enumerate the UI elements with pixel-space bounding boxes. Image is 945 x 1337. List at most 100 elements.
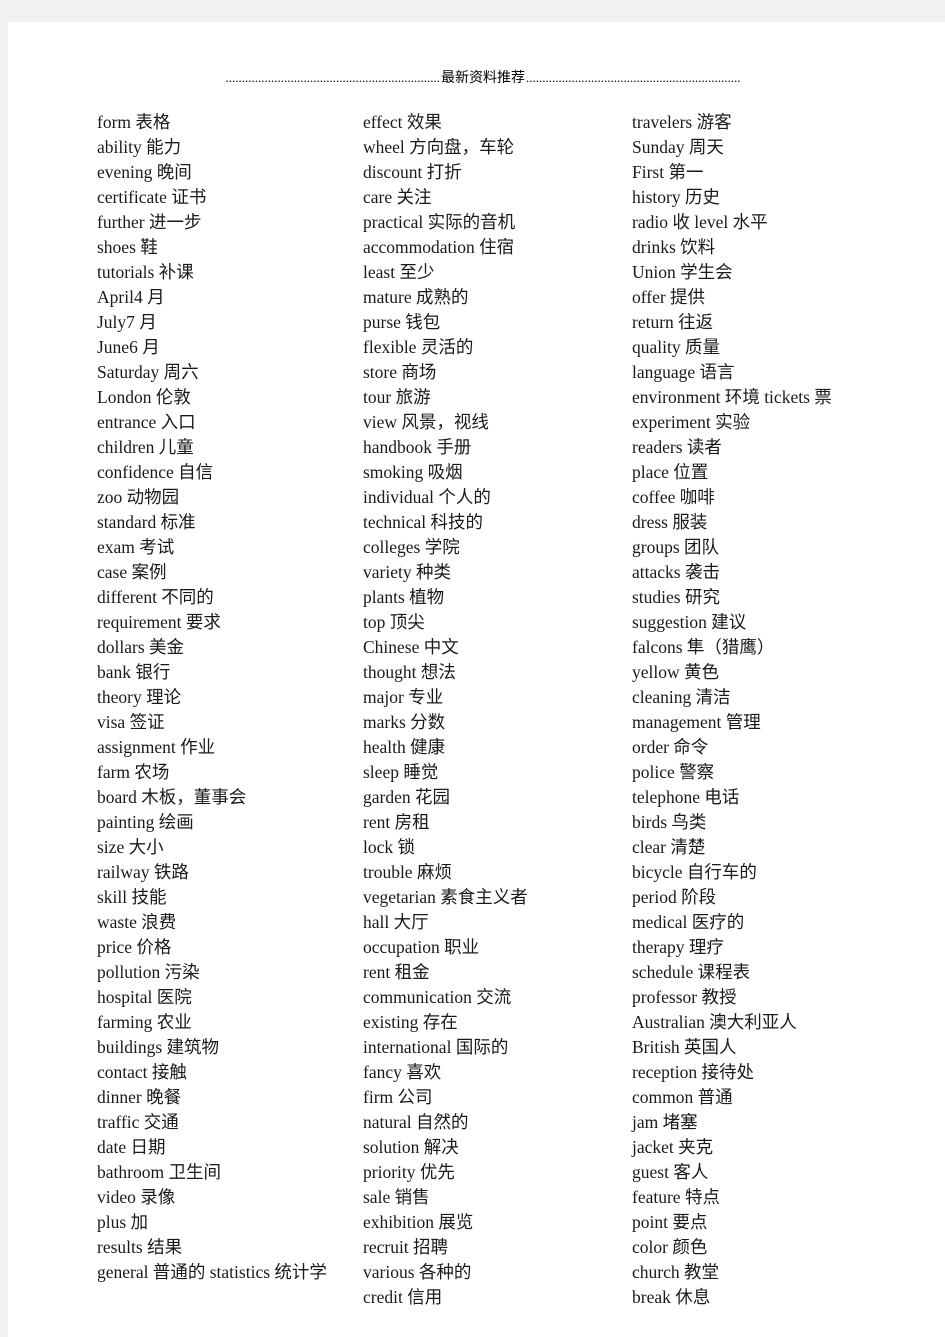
vocabulary-entry: jam 堵塞 bbox=[632, 1112, 698, 1132]
vocabulary-entry: children 儿童 bbox=[97, 437, 194, 457]
vocabulary-entry: fancy 喜欢 bbox=[363, 1062, 442, 1082]
vocabulary-entry: hall 大厅 bbox=[363, 912, 429, 932]
vocabulary-entry: general 普通的 statistics 统计学 bbox=[97, 1262, 327, 1282]
vocabulary-entry: professor 教授 bbox=[632, 987, 737, 1007]
vocabulary-entry: communication 交流 bbox=[363, 987, 512, 1007]
vocabulary-entry: falcons 隼（猎鹰） bbox=[632, 637, 775, 657]
vocabulary-entry: farming 农业 bbox=[97, 1012, 192, 1032]
vocabulary-entry: environment 环境 tickets 票 bbox=[632, 387, 832, 407]
vocabulary-entry: coffee 咖啡 bbox=[632, 487, 715, 507]
vocabulary-entry: lock 锁 bbox=[363, 837, 416, 857]
vocabulary-entry: travelers 游客 bbox=[632, 112, 732, 132]
vocabulary-entry: tour 旅游 bbox=[363, 387, 431, 407]
vocabulary-entry: colleges 学院 bbox=[363, 537, 460, 557]
vocabulary-entry: quality 质量 bbox=[632, 337, 720, 357]
vocabulary-entry: sleep 睡觉 bbox=[363, 762, 439, 782]
vocabulary-entry: purse 钱包 bbox=[363, 312, 441, 332]
vocabulary-entry: major 专业 bbox=[363, 687, 444, 707]
vocabulary-entry: certificate 证书 bbox=[97, 187, 207, 207]
vocabulary-entry: discount 打折 bbox=[363, 162, 462, 182]
vocabulary-entry: birds 鸟类 bbox=[632, 812, 707, 832]
vocabulary-entry: different 不同的 bbox=[97, 587, 214, 607]
vocabulary-entry: technical 科技的 bbox=[363, 512, 484, 532]
vocabulary-entry: evening 晚间 bbox=[97, 162, 192, 182]
vocabulary-entry: police 警察 bbox=[632, 762, 715, 782]
vocabulary-entry: thought 想法 bbox=[363, 662, 456, 682]
vocabulary-entry: traffic 交通 bbox=[97, 1112, 179, 1132]
page-header: ........................................… bbox=[103, 66, 863, 90]
vocabulary-entry: tutorials 补课 bbox=[97, 262, 194, 282]
vocabulary-entry: credit 信用 bbox=[363, 1287, 443, 1307]
vocabulary-entry: dollars 美金 bbox=[97, 637, 185, 657]
vocabulary-entry: color 颜色 bbox=[632, 1237, 708, 1257]
vocabulary-entry: bank 银行 bbox=[97, 662, 171, 682]
vocabulary-entry: break 休息 bbox=[632, 1287, 711, 1307]
vocabulary-entry: management 管理 bbox=[632, 712, 761, 732]
vocabulary-entry: firm 公司 bbox=[363, 1087, 433, 1107]
vocabulary-entry: sale 销售 bbox=[363, 1187, 430, 1207]
vocabulary-entry: size 大小 bbox=[97, 837, 164, 857]
vocabulary-entry: history 历史 bbox=[632, 187, 720, 207]
vocabulary-entry: language 语言 bbox=[632, 362, 735, 382]
vocabulary-entry: shoes 鞋 bbox=[97, 237, 158, 257]
vocabulary-entry: place 位置 bbox=[632, 462, 709, 482]
vocabulary-entry: farm 农场 bbox=[97, 762, 170, 782]
vocabulary-entry: existing 存在 bbox=[363, 1012, 458, 1032]
vocabulary-entry: case 案例 bbox=[97, 562, 167, 582]
vocabulary-entry: Saturday 周六 bbox=[97, 362, 199, 382]
vocabulary-entry: further 进一步 bbox=[97, 212, 202, 232]
vocabulary-entry: smoking 吸烟 bbox=[363, 462, 463, 482]
vocabulary-entry: British 英国人 bbox=[632, 1037, 737, 1057]
vocabulary-entry: health 健康 bbox=[363, 737, 446, 757]
vocabulary-entry: requirement 要求 bbox=[97, 612, 221, 632]
vocabulary-entry: skill 技能 bbox=[97, 887, 167, 907]
header-dots-left: ........................................… bbox=[225, 71, 441, 85]
vocabulary-entry: plants 植物 bbox=[363, 587, 445, 607]
vocabulary-entry: bathroom 卫生间 bbox=[97, 1162, 221, 1182]
vocabulary-entry: visa 签证 bbox=[97, 712, 165, 732]
vocabulary-entry: April4 月 bbox=[97, 287, 165, 307]
vocabulary-entry: recruit 招聘 bbox=[363, 1237, 449, 1257]
vocabulary-entry: First 第一 bbox=[632, 162, 704, 182]
vocabulary-entry: waste 浪费 bbox=[97, 912, 177, 932]
vocabulary-entry: natural 自然的 bbox=[363, 1112, 469, 1132]
vocabulary-entry: July7 月 bbox=[97, 312, 157, 332]
vocabulary-entry: rent 房租 bbox=[363, 812, 430, 832]
vocabulary-entry: telephone 电话 bbox=[632, 787, 740, 807]
vocabulary-entry: store 商场 bbox=[363, 362, 437, 382]
vocabulary-entry: form 表格 bbox=[97, 112, 171, 132]
vocabulary-entry: exam 考试 bbox=[97, 537, 175, 557]
vocabulary-column-3: travelers 游客 Sunday 周天 First 第一 history 历史 r… bbox=[632, 110, 932, 1310]
vocabulary-entry: dress 服装 bbox=[632, 512, 708, 532]
vocabulary-entry: date 日期 bbox=[97, 1137, 166, 1157]
vocabulary-entry: individual 个人的 bbox=[363, 487, 491, 507]
vocabulary-entry: clear 清楚 bbox=[632, 837, 706, 857]
vocabulary-entry: theory 理论 bbox=[97, 687, 182, 707]
vocabulary-entry: painting 绘画 bbox=[97, 812, 194, 832]
vocabulary-entry: medical 医疗的 bbox=[632, 912, 745, 932]
vocabulary-entry: hospital 医院 bbox=[97, 987, 192, 1007]
vocabulary-entry: marks 分数 bbox=[363, 712, 446, 732]
vocabulary-entry: garden 花园 bbox=[363, 787, 450, 807]
vocabulary-entry: results 结果 bbox=[97, 1237, 183, 1257]
vocabulary-entry: assignment 作业 bbox=[97, 737, 216, 757]
vocabulary-entry: bicycle 自行车的 bbox=[632, 862, 757, 882]
vocabulary-entry: confidence 自信 bbox=[97, 462, 214, 482]
vocabulary-entry: yellow 黄色 bbox=[632, 662, 720, 682]
vocabulary-entry: variety 种类 bbox=[363, 562, 451, 582]
vocabulary-entry: period 阶段 bbox=[632, 887, 717, 907]
vocabulary-entry: return 往返 bbox=[632, 312, 714, 332]
vocabulary-entry: suggestion 建议 bbox=[632, 612, 747, 632]
vocabulary-entry: order 命令 bbox=[632, 737, 709, 757]
vocabulary-entry: flexible 灵活的 bbox=[363, 337, 474, 357]
vocabulary-entry: priority 优先 bbox=[363, 1162, 455, 1182]
vocabulary-entry: contact 接触 bbox=[97, 1062, 187, 1082]
vocabulary-entry: ability 能力 bbox=[97, 137, 182, 157]
vocabulary-entry: solution 解决 bbox=[363, 1137, 459, 1157]
vocabulary-entry: railway 铁路 bbox=[97, 862, 189, 882]
vocabulary-entry: pollution 污染 bbox=[97, 962, 200, 982]
vocabulary-entry: studies 研究 bbox=[632, 587, 720, 607]
vocabulary-entry: experiment 实验 bbox=[632, 412, 751, 432]
vocabulary-entry: top 顶尖 bbox=[363, 612, 425, 632]
vocabulary-entry: least 至少 bbox=[363, 262, 435, 282]
